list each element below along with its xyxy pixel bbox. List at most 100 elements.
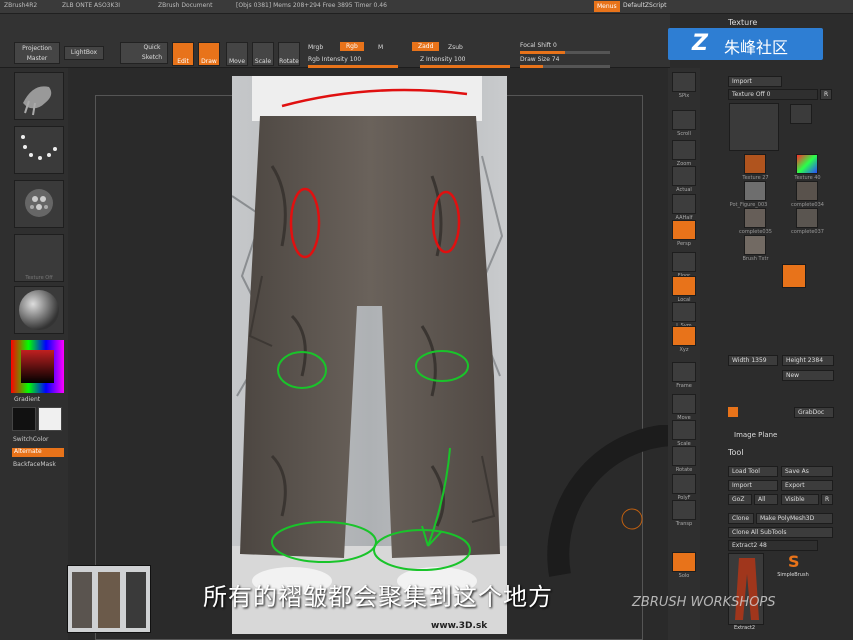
zsub-toggle[interactable]: Zsub — [448, 44, 463, 51]
mrgb-toggle[interactable]: Mrgb — [308, 44, 323, 51]
texture-swatch-7[interactable] — [744, 235, 766, 255]
clone-all-subtools-button[interactable]: Clone All SubTools — [728, 527, 833, 538]
extract-caption: Extract2 — [734, 625, 756, 631]
extract-slider[interactable]: Extract2 48 — [728, 540, 818, 551]
move-button[interactable]: Move — [226, 42, 248, 66]
simple-brush-icon[interactable]: S — [788, 552, 800, 571]
top-toolbar: Projection Master LightBox Quick Sketch … — [0, 14, 670, 68]
goz-all-button[interactable]: All — [754, 494, 778, 505]
current-texture-slot[interactable] — [729, 103, 779, 151]
make-polymesh-button[interactable]: Make PolyMesh3D — [756, 513, 833, 524]
stroke-thumbnail[interactable] — [14, 126, 64, 174]
shelf-scale-button[interactable] — [672, 420, 696, 440]
texture-import-button[interactable]: Import — [728, 76, 782, 87]
shelf-local-button[interactable] — [672, 276, 696, 296]
texture-caption-5: complete037 — [791, 229, 824, 235]
focal-shift-slider[interactable]: Focal Shift 0 — [520, 42, 557, 49]
shelf-solo-button[interactable] — [672, 552, 696, 572]
shelf-move-button[interactable] — [672, 394, 696, 414]
texture-swatch-4[interactable] — [796, 181, 818, 201]
m-toggle[interactable]: M — [378, 44, 383, 51]
brush-thumbnail[interactable] — [14, 72, 64, 120]
stroke-dots-icon — [21, 135, 57, 160]
visible-button[interactable]: Visible — [781, 494, 819, 505]
texture-swatch-5[interactable] — [744, 208, 766, 228]
z-intensity-slider[interactable]: Z Intensity 100 — [420, 56, 466, 63]
shelf-polyf-button[interactable] — [672, 474, 696, 494]
pants-photo — [232, 76, 507, 634]
reference-thumbnails[interactable] — [67, 565, 151, 633]
shelf-floor-button[interactable] — [672, 252, 696, 272]
backface-mask-button[interactable]: BackfaceMask — [13, 461, 56, 468]
shelf-actual-button[interactable] — [672, 166, 696, 186]
focal-shift-track[interactable] — [520, 51, 610, 54]
texture-swatch-0[interactable] — [790, 104, 812, 124]
texture-palette-title[interactable]: Texture — [728, 18, 757, 27]
color-picker[interactable] — [11, 340, 64, 393]
shelf-zoom-button[interactable] — [672, 140, 696, 160]
tool-palette-title[interactable]: Tool — [728, 448, 744, 457]
secondary-color-swatch[interactable] — [38, 407, 62, 431]
rgb-toggle[interactable]: Rgb — [340, 42, 364, 51]
texture-swatch-3[interactable] — [744, 181, 766, 201]
width-field[interactable]: Width 1359 — [728, 355, 778, 366]
shelf-spix-button[interactable] — [672, 72, 696, 92]
rotate-button[interactable]: Rotate — [278, 42, 300, 66]
texture-swatch-6[interactable] — [796, 208, 818, 228]
material-thumbnail[interactable] — [14, 286, 64, 334]
image-plane-label[interactable]: Image Plane — [734, 431, 777, 439]
switch-color-button[interactable]: SwitchColor — [13, 436, 49, 443]
height-field[interactable]: Height 2384 — [782, 355, 834, 366]
zbrush-workshops-logo: ZBRUSH WORKSHOPS — [632, 595, 776, 610]
shelf-transp-label: Transp — [675, 521, 693, 527]
new-texture-button[interactable]: New — [782, 370, 834, 381]
watermark-text: 朱峰社区 — [724, 38, 789, 57]
alpha-thumbnail[interactable] — [14, 180, 64, 228]
tool-r-button[interactable]: R — [821, 494, 833, 505]
shelf-aahalf-button[interactable] — [672, 194, 696, 214]
draw-size-slider[interactable]: Draw Size 74 — [520, 56, 559, 63]
texture-r-button[interactable]: R — [820, 89, 832, 100]
subtitle-text: 所有的褶皱都会聚集到这个地方 — [203, 583, 553, 611]
menus-toggle-button[interactable]: Menus — [594, 1, 620, 12]
scale-button[interactable]: Scale — [252, 42, 274, 66]
shelf-persp-button[interactable] — [672, 220, 696, 240]
default-script-label[interactable]: DefaultZScript — [623, 2, 666, 9]
projection-master-button[interactable]: Projection Master — [14, 42, 60, 64]
clone-button[interactable]: Clone — [728, 513, 754, 524]
shelf-scroll-button[interactable] — [672, 110, 696, 130]
load-tool-button[interactable]: Load Tool — [728, 466, 778, 477]
draw-button[interactable]: Draw — [198, 42, 220, 66]
current-tool-thumbnail[interactable] — [728, 553, 764, 625]
shelf-transp-button[interactable] — [672, 500, 696, 520]
spotlight-icon[interactable] — [782, 264, 806, 288]
rgb-intensity-slider[interactable]: Rgb Intensity 100 — [308, 56, 361, 63]
edit-button[interactable]: Edit — [172, 42, 194, 66]
gradient-label[interactable]: Gradient — [14, 396, 40, 403]
shelf-lsym-button[interactable] — [672, 302, 696, 322]
goz-button[interactable]: GoZ — [728, 494, 752, 505]
extracted-pants-icon — [735, 558, 759, 620]
shelf-solo-label: Solo — [678, 573, 690, 579]
shelf-xyz-button[interactable] — [672, 326, 696, 346]
main-color-swatch[interactable] — [12, 407, 36, 431]
spotlight-wheel[interactable] — [540, 425, 680, 585]
save-as-button[interactable]: Save As — [781, 466, 833, 477]
brush-icon — [23, 86, 52, 116]
grab-doc-button[interactable]: GrabDoc — [794, 407, 834, 418]
quick-sketch-button[interactable]: Quick Sketch — [120, 42, 168, 64]
lightbox-button[interactable]: LightBox — [64, 46, 104, 60]
app-title: ZBrush4R2 — [4, 2, 38, 9]
shelf-frame-button[interactable] — [672, 362, 696, 382]
tool-import-button[interactable]: Import — [728, 480, 778, 491]
alternate-button[interactable]: Alternate — [12, 448, 64, 457]
color-picker-swatch — [11, 340, 64, 393]
texture-swatch-2[interactable] — [796, 154, 818, 174]
export-button[interactable]: Export — [781, 480, 833, 491]
texture-off-slider[interactable]: Texture Off 0 — [728, 89, 818, 100]
texture-swatch-1[interactable] — [744, 154, 766, 174]
texture-toggle-icon[interactable] — [728, 407, 738, 417]
shelf-rotate-button[interactable] — [672, 446, 696, 466]
site-watermark: www.3D.sk — [431, 621, 488, 631]
zadd-toggle[interactable]: Zadd — [412, 42, 440, 51]
